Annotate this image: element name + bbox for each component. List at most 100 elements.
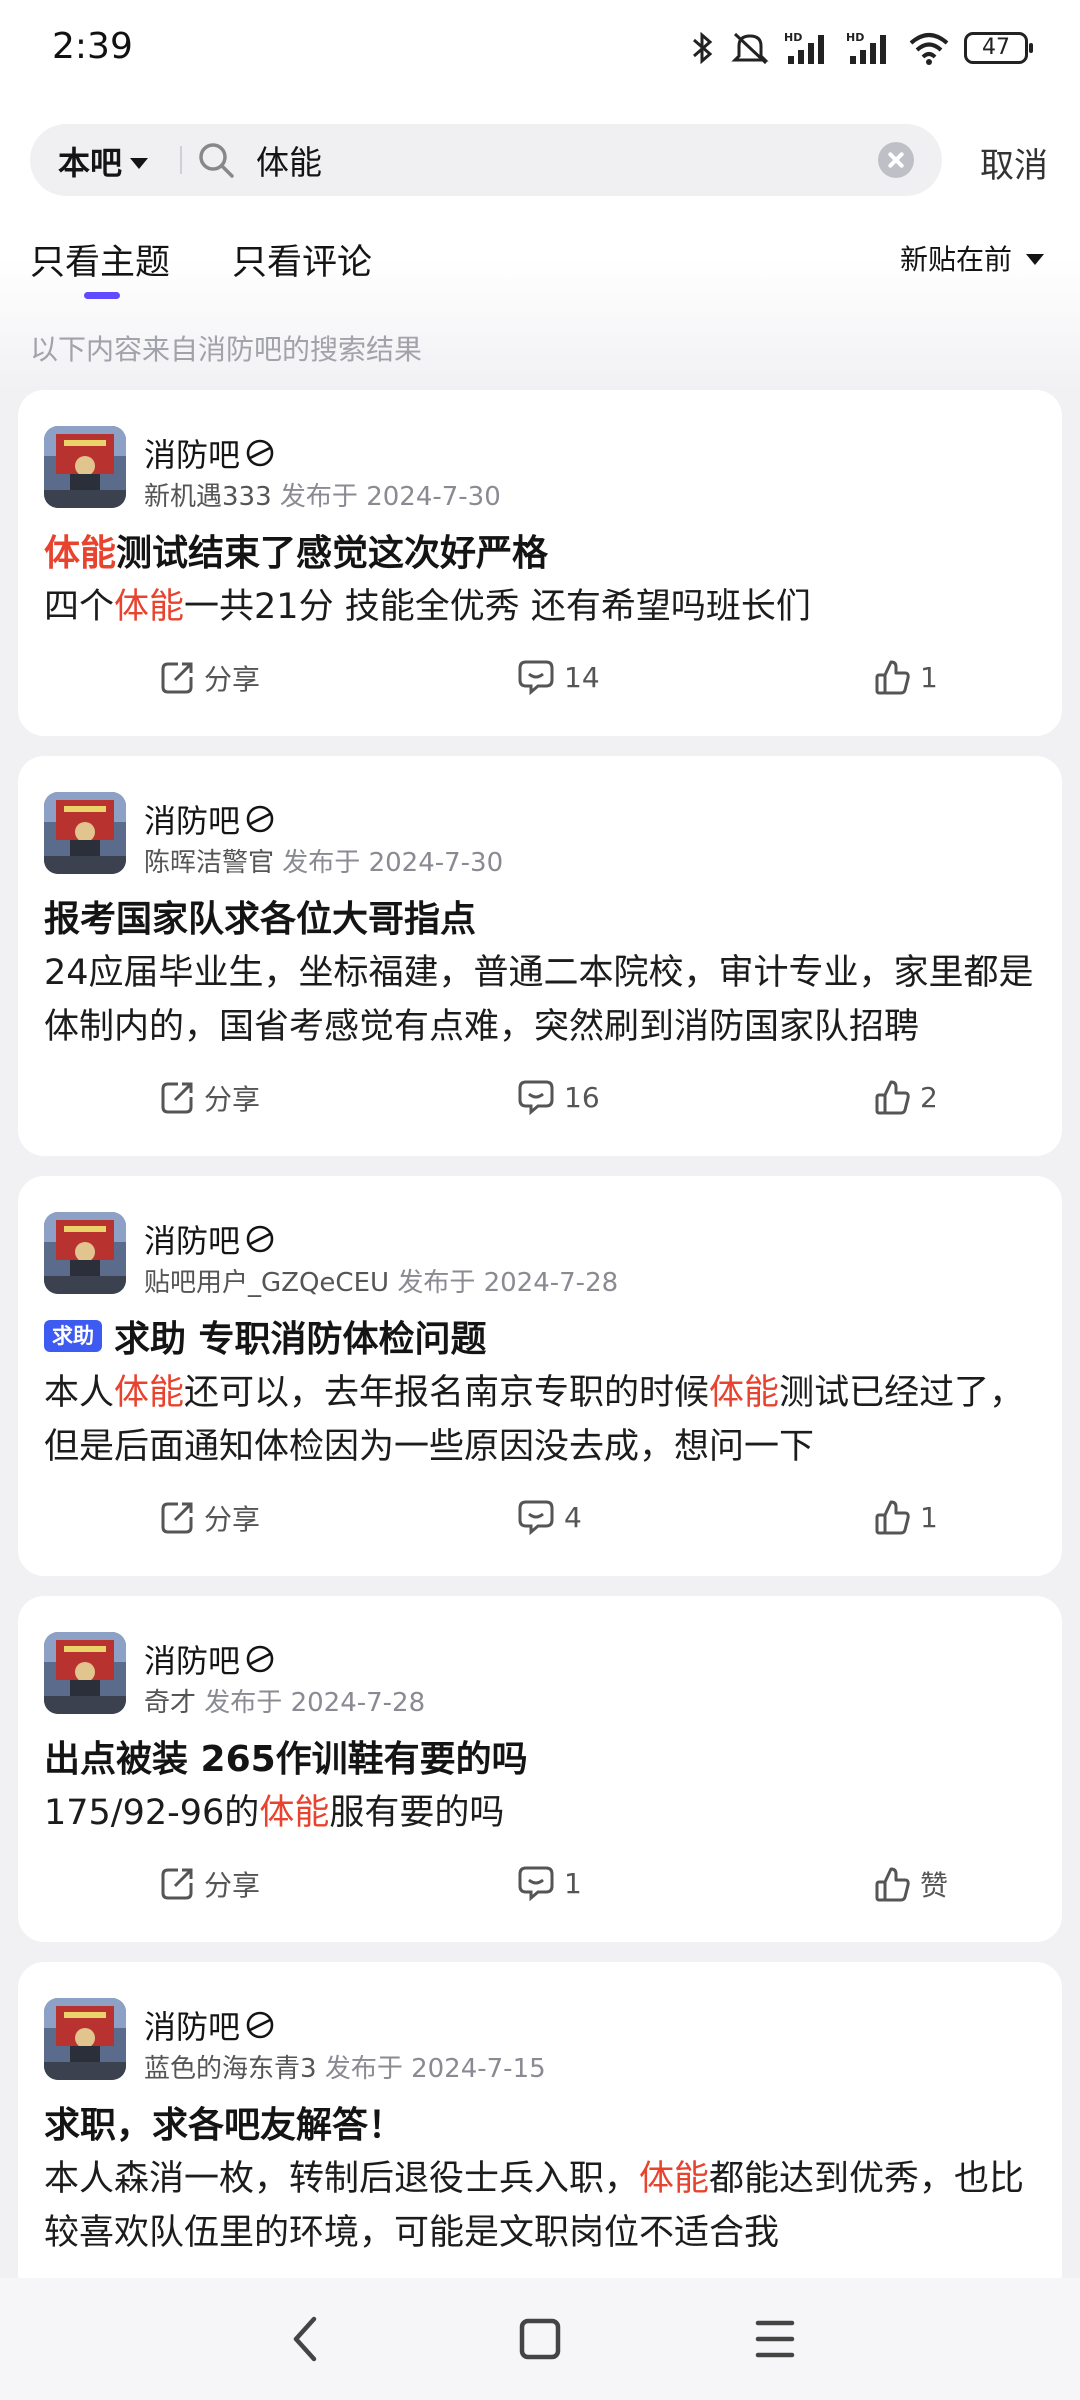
keyword-highlight: 体能 (709, 1373, 780, 1413)
cancel-button[interactable]: 取消 (980, 138, 1048, 187)
tab-topics-only[interactable]: 只看主题 (30, 234, 170, 285)
signal-icon: HD (784, 31, 824, 64)
forum-name[interactable]: 消防吧 (144, 430, 276, 476)
like-count: 1 (920, 1500, 938, 1534)
keyword-highlight: 体能 (114, 587, 185, 627)
share-icon (161, 1868, 193, 1900)
forum-avatar[interactable] (44, 1632, 126, 1714)
share-label: 分享 (204, 663, 261, 696)
forum-tag-icon (246, 1225, 274, 1253)
post-date: 2024-7-30 (368, 848, 504, 878)
home-icon[interactable] (516, 2314, 564, 2364)
search-scope-label: 本吧 (58, 144, 123, 182)
svg-text:HD: HD (846, 31, 864, 44)
wifi-icon (909, 33, 949, 65)
forum-tag-icon (246, 439, 274, 467)
comment-button[interactable]: 16 (516, 1078, 600, 1116)
share-button[interactable]: 分享 (158, 1078, 260, 1118)
comment-button[interactable]: 4 (516, 1498, 582, 1536)
post-author[interactable]: 陈晖洁警官 (144, 848, 274, 878)
post-card[interactable]: 消防吧 贴吧用户_GZQeCEU 发布于 2024-7-28 求助 求助 专职消… (18, 1176, 1062, 1576)
post-title[interactable]: 出点被装 265作训鞋有要的吗 (44, 1730, 528, 1782)
clear-icon[interactable] (878, 142, 914, 178)
post-actions: 分享 16 2 (18, 1078, 1062, 1128)
caret-down-icon (1026, 253, 1044, 265)
post-meta: 蓝色的海东青3 发布于 2024-7-15 (144, 2048, 546, 2085)
sort-dropdown[interactable]: 新贴在前 (900, 238, 1044, 278)
forum-name-label: 消防吧 (144, 2008, 241, 2046)
search-input[interactable] (256, 134, 856, 186)
post-title[interactable]: 体能测试结束了感觉这次好严格 (44, 524, 548, 576)
forum-tag-icon (246, 1645, 274, 1673)
post-card[interactable]: 消防吧 奇才 发布于 2024-7-28 出点被装 265作训鞋有要的吗 175… (18, 1596, 1062, 1942)
comment-button[interactable]: 14 (516, 658, 600, 696)
share-button[interactable]: 分享 (158, 658, 260, 698)
forum-name[interactable]: 消防吧 (144, 796, 276, 842)
post-excerpt[interactable]: 175/92-96的体能服有要的吗 (44, 1786, 1034, 1840)
like-icon (875, 1080, 910, 1115)
menu-icon[interactable] (752, 2314, 798, 2364)
keyword-highlight: 体能 (639, 2159, 710, 2199)
keyword-highlight: 体能 (44, 533, 117, 574)
forum-avatar[interactable] (44, 1212, 126, 1294)
status-bar: 2:39 HD HD 47 (0, 0, 1080, 100)
bluetooth-icon (693, 31, 713, 65)
post-title[interactable]: 报考国家队求各位大哥指点 (44, 890, 476, 942)
post-author[interactable]: 新机遇333 (144, 482, 272, 512)
post-card[interactable]: 消防吧 新机遇333 发布于 2024-7-30 体能测试结束了感觉这次好严格 … (18, 390, 1062, 736)
like-button[interactable]: 1 (874, 658, 938, 696)
forum-avatar[interactable] (44, 426, 126, 508)
comment-count: 16 (564, 1080, 600, 1114)
sort-label: 新贴在前 (899, 243, 1012, 276)
forum-name-label: 消防吧 (144, 436, 241, 474)
like-button[interactable]: 2 (874, 1078, 938, 1116)
comment-count: 4 (564, 1500, 582, 1534)
help-badge: 求助 (44, 1320, 102, 1352)
post-actions: 分享 14 1 (18, 658, 1062, 708)
post-title[interactable]: 求职，求各吧友解答！ (44, 2096, 404, 2148)
post-excerpt[interactable]: 四个体能一共21分 技能全优秀 还有希望吗班长们 (44, 580, 1034, 634)
share-label: 分享 (204, 1083, 261, 1116)
status-icons: HD HD 47 (690, 28, 1033, 68)
post-date: 2024-7-28 (483, 1268, 619, 1298)
share-button[interactable]: 分享 (158, 1864, 260, 1904)
share-icon (161, 662, 193, 694)
caret-down-icon (130, 157, 149, 169)
forum-avatar[interactable] (44, 792, 126, 874)
like-button[interactable]: 1 (874, 1498, 938, 1536)
forum-name[interactable]: 消防吧 (144, 1636, 276, 1682)
published-label: 发布于 (204, 1688, 283, 1718)
post-excerpt[interactable]: 本人森消一枚，转制后退役士兵入职，体能都能达到优秀，也比较喜欢队伍里的环境，可能… (44, 2152, 1034, 2260)
forum-name-label: 消防吧 (144, 1222, 241, 1260)
post-card[interactable]: 消防吧 陈晖洁警官 发布于 2024-7-30 报考国家队求各位大哥指点 24应… (18, 756, 1062, 1156)
post-excerpt[interactable]: 本人体能还可以，去年报名南京专职的时候体能测试已经过了，但是后面通知体检因为一些… (44, 1366, 1034, 1474)
keyword-highlight: 体能 (114, 1373, 185, 1413)
like-icon (875, 660, 910, 695)
like-button[interactable]: 赞 (874, 1864, 948, 1904)
comment-icon (518, 1866, 554, 1902)
back-icon[interactable] (284, 2314, 328, 2364)
comment-count: 14 (564, 660, 600, 694)
post-excerpt[interactable]: 24应届毕业生，坐标福建，普通二本院校，审计专业，家里都是体制内的，国省考感觉有… (44, 946, 1034, 1054)
post-title[interactable]: 求助 求助 专职消防体检问题 (44, 1310, 487, 1362)
post-author[interactable]: 贴吧用户_GZQeCEU (144, 1268, 389, 1298)
like-icon (875, 1867, 910, 1902)
share-button[interactable]: 分享 (158, 1498, 260, 1538)
search-scope-dropdown[interactable]: 本吧 (58, 138, 149, 184)
forum-name-label: 消防吧 (144, 802, 241, 840)
search-source-note: 以下内容来自消防吧的搜索结果 (30, 333, 423, 366)
share-label: 分享 (204, 1503, 261, 1536)
tab-comments-only[interactable]: 只看评论 (232, 234, 372, 285)
forum-tag-icon (246, 805, 274, 833)
post-meta: 贴吧用户_GZQeCEU 发布于 2024-7-28 (144, 1262, 618, 1299)
forum-avatar[interactable] (44, 1998, 126, 2080)
post-author[interactable]: 蓝色的海东青3 (144, 2054, 317, 2084)
post-author[interactable]: 奇才 (144, 1688, 196, 1718)
like-count: 2 (920, 1080, 938, 1114)
forum-name[interactable]: 消防吧 (144, 1216, 276, 1262)
excerpt-text: 本人森消一枚，转制后退役士兵入职， (44, 2159, 640, 2199)
comment-button[interactable]: 1 (516, 1864, 582, 1902)
divider (180, 146, 182, 174)
forum-name[interactable]: 消防吧 (144, 2002, 276, 2048)
search-icon (199, 143, 234, 178)
